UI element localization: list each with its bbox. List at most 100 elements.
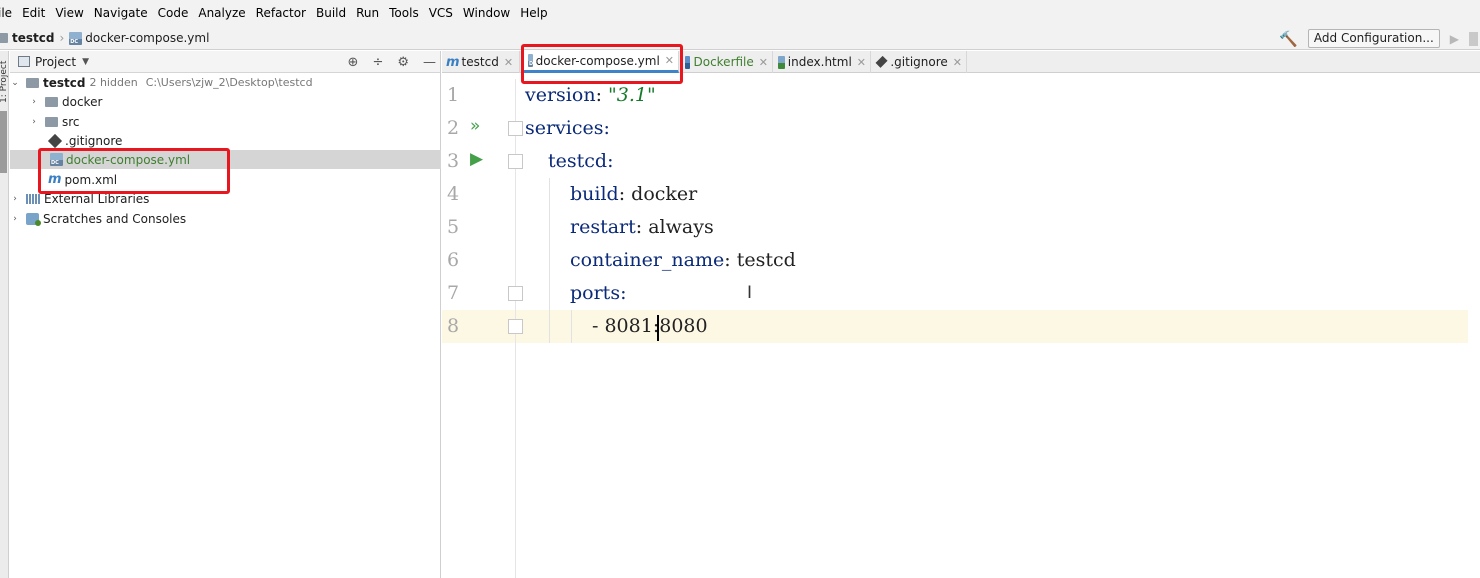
close-icon[interactable]: ✕	[665, 54, 674, 67]
collapse-all-icon[interactable]: ÷	[372, 55, 383, 70]
yaml-file-icon	[50, 153, 63, 166]
tree-item-pom[interactable]: m pom.xml	[10, 170, 441, 189]
menu-view[interactable]: View	[50, 0, 88, 27]
breadcrumb: testcd › docker-compose.yml	[0, 31, 209, 45]
menu-tools[interactable]: Tools	[384, 0, 424, 27]
maven-icon: m	[48, 172, 62, 187]
project-panel-title[interactable]: Project	[35, 55, 76, 69]
code-line-8: - 8081:8080	[592, 310, 708, 343]
tree-item-gitignore[interactable]: .gitignore	[10, 131, 441, 150]
tree-item-src[interactable]: › src	[10, 112, 441, 131]
menu-bar: ile Edit View Navigate Code Analyze Refa…	[0, 0, 1480, 27]
tree-external-libraries[interactable]: › External Libraries	[10, 189, 441, 208]
folder-icon	[45, 96, 58, 107]
tree-item-docker-compose[interactable]: docker-compose.yml	[10, 150, 441, 169]
tree-item-label: src	[62, 114, 80, 129]
mouse-ibeam-cursor: I	[747, 283, 753, 303]
breadcrumb-file[interactable]: docker-compose.yml	[85, 31, 209, 45]
tool-window-strip: 1: Project	[0, 51, 9, 578]
menu-edit[interactable]: Edit	[17, 0, 50, 27]
editor-tabs: m testcd ✕ docker-compose.yml ✕ Dockerfi…	[442, 51, 1480, 73]
run-icon[interactable]: ▶	[1450, 32, 1459, 46]
code-line-5: restart: always	[570, 216, 714, 238]
editor-scrollbar[interactable]	[1468, 79, 1480, 578]
text-caret	[657, 315, 659, 341]
menu-build[interactable]: Build	[311, 0, 351, 27]
close-icon[interactable]: ✕	[857, 56, 866, 69]
scratches-icon	[26, 212, 41, 226]
code-line-2: services:	[525, 117, 610, 139]
yaml-key: version	[525, 84, 596, 106]
yaml-file-icon	[69, 31, 83, 45]
gear-icon[interactable]: ⚙	[397, 55, 409, 70]
tab-index-html[interactable]: index.html ✕	[774, 51, 871, 73]
chevron-down-icon[interactable]: ⌄	[10, 78, 20, 88]
menu-refactor[interactable]: Refactor	[251, 0, 311, 27]
tree-item-label: docker-compose.yml	[66, 152, 191, 167]
tree-scratches[interactable]: › Scratches and Consoles	[10, 209, 441, 228]
chevron-right-icon[interactable]: ›	[29, 117, 39, 127]
yaml-key: container_name	[570, 249, 725, 271]
yaml-list-item-rest: :8080	[652, 315, 708, 337]
hide-panel-icon[interactable]: —	[423, 55, 436, 70]
tab-label: .gitignore	[890, 55, 948, 69]
yaml-key: services	[525, 117, 604, 139]
menu-file[interactable]: ile	[0, 0, 17, 27]
chevron-down-icon[interactable]: ▼	[82, 57, 89, 67]
yaml-value: testcd	[736, 249, 796, 271]
chevron-right-icon[interactable]: ›	[29, 97, 39, 107]
tab-label: docker-compose.yml	[535, 53, 660, 68]
yaml-value: docker	[631, 183, 698, 205]
tree-item-docker[interactable]: › docker	[10, 92, 441, 111]
hidden-count-hint: 2 hidden	[89, 76, 138, 89]
close-icon[interactable]: ✕	[504, 56, 513, 69]
tree-item-label: External Libraries	[44, 191, 150, 206]
tree-item-label: docker	[62, 94, 103, 109]
html-file-icon	[778, 55, 785, 69]
menu-code[interactable]: Code	[153, 0, 194, 27]
tab-gitignore[interactable]: .gitignore ✕	[872, 51, 967, 73]
menu-navigate[interactable]: Navigate	[89, 0, 153, 27]
close-icon[interactable]: ✕	[953, 56, 962, 69]
code-editor[interactable]: version: "3.1" services: testcd: build: …	[516, 79, 1480, 578]
line-number: 8	[447, 315, 460, 337]
folder-icon	[26, 77, 39, 88]
run-all-services-icon[interactable]: »	[470, 116, 490, 136]
project-panel: Project ▼ ⊕ ÷ ⚙ — ⌄ testcd 2 hidden C:\U…	[10, 51, 441, 578]
build-hammer-icon[interactable]: 🔨	[1279, 30, 1298, 48]
locate-file-icon[interactable]: ⊕	[348, 55, 359, 70]
breadcrumb-project[interactable]: testcd	[12, 31, 54, 45]
add-configuration-button[interactable]: Add Configuration...	[1307, 29, 1440, 48]
project-panel-tools: ⊕ ÷ ⚙ —	[348, 51, 436, 73]
tab-docker-compose[interactable]: docker-compose.yml ✕	[524, 51, 679, 73]
debug-icon[interactable]	[1469, 31, 1478, 46]
line-number: 6	[447, 249, 460, 271]
menu-run[interactable]: Run	[351, 0, 384, 27]
close-icon[interactable]: ✕	[759, 56, 768, 69]
breadcrumb-separator: ›	[59, 31, 65, 45]
menu-analyze[interactable]: Analyze	[193, 0, 250, 27]
tree-root[interactable]: ⌄ testcd 2 hidden C:\Users\zjw_2\Desktop…	[10, 73, 441, 92]
code-line-1: version: "3.1"	[525, 79, 656, 112]
menu-window[interactable]: Window	[458, 0, 515, 27]
tab-testcd[interactable]: m testcd ✕	[442, 51, 520, 73]
tab-label: testcd	[461, 55, 499, 69]
project-path: C:\Users\zjw_2\Desktop\testcd	[145, 76, 313, 89]
git-icon	[875, 55, 888, 69]
menu-vcs[interactable]: VCS	[424, 0, 458, 27]
project-view-icon	[18, 56, 30, 67]
yaml-key: testcd	[548, 150, 608, 172]
yaml-key: restart	[570, 216, 636, 238]
chevron-right-icon[interactable]: ›	[10, 214, 20, 224]
run-service-icon[interactable]: ▶	[470, 149, 490, 169]
menu-help[interactable]: Help	[515, 0, 552, 27]
yaml-file-icon	[528, 54, 536, 67]
project-panel-header: Project ▼ ⊕ ÷ ⚙ —	[10, 51, 440, 73]
folder-icon	[0, 33, 8, 43]
tree-item-label: .gitignore	[65, 133, 123, 148]
project-tool-window-label[interactable]: 1: Project	[0, 59, 9, 103]
tab-dockerfile[interactable]: Dockerfile ✕	[681, 51, 773, 73]
docker-file-icon	[685, 55, 691, 69]
code-line-7: ports:	[570, 282, 627, 304]
chevron-right-icon[interactable]: ›	[10, 194, 20, 204]
